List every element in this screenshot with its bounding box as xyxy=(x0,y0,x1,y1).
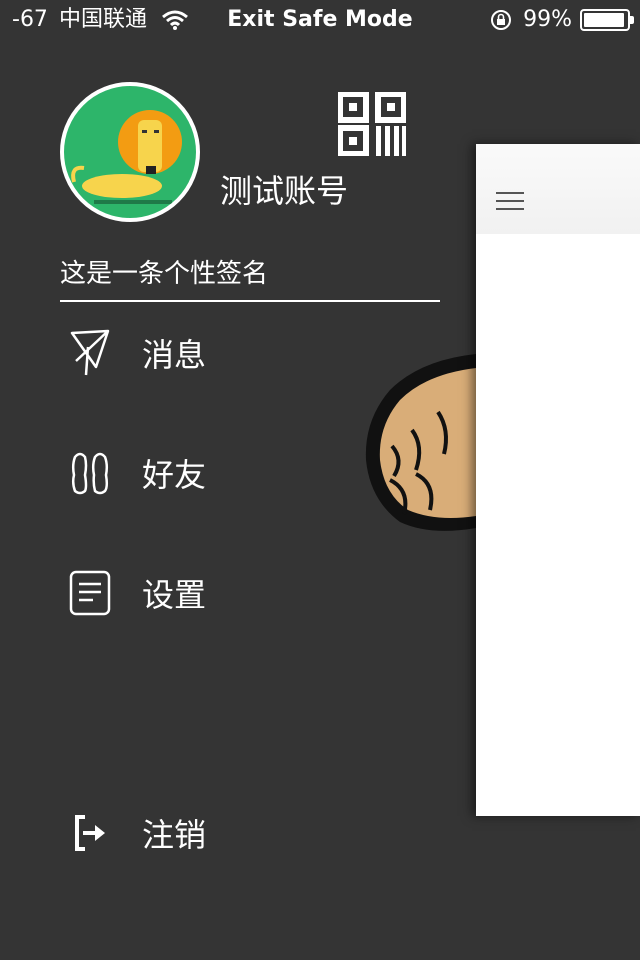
status-right: 99% xyxy=(489,0,634,40)
fist-image xyxy=(365,354,476,531)
menu-item-messages[interactable]: 消息 xyxy=(60,318,360,388)
menu-item-friends[interactable]: 好友 xyxy=(60,438,360,508)
battery-icon xyxy=(580,9,634,31)
friends-icon xyxy=(71,452,109,495)
logout-label: 注销 xyxy=(142,816,207,854)
rotation-lock-icon xyxy=(491,10,512,30)
message-icon xyxy=(70,329,110,376)
hamburger-menu-icon[interactable] xyxy=(496,192,524,214)
avatar[interactable] xyxy=(60,82,200,222)
lion-icon xyxy=(71,110,182,204)
menu-item-settings[interactable]: 设置 xyxy=(60,558,360,628)
signature[interactable]: 这是一条个性签名 xyxy=(60,254,440,302)
logout-button[interactable]: 注销 xyxy=(60,798,360,868)
menu-label-friends: 好友 xyxy=(142,456,207,494)
menu-label-settings: 设置 xyxy=(142,576,207,614)
menu-label-messages: 消息 xyxy=(142,336,207,374)
panel-header xyxy=(476,144,640,234)
status-bar: -67 中国联通 Exit Safe Mode 99% xyxy=(0,0,640,40)
main-content-panel[interactable] xyxy=(476,144,640,816)
settings-icon xyxy=(69,570,111,616)
battery-fill xyxy=(584,13,625,27)
qr-code-icon[interactable] xyxy=(338,92,406,156)
logout-icon xyxy=(75,815,105,851)
username: 测试账号 xyxy=(220,172,349,210)
battery-percent: 99% xyxy=(523,7,572,32)
